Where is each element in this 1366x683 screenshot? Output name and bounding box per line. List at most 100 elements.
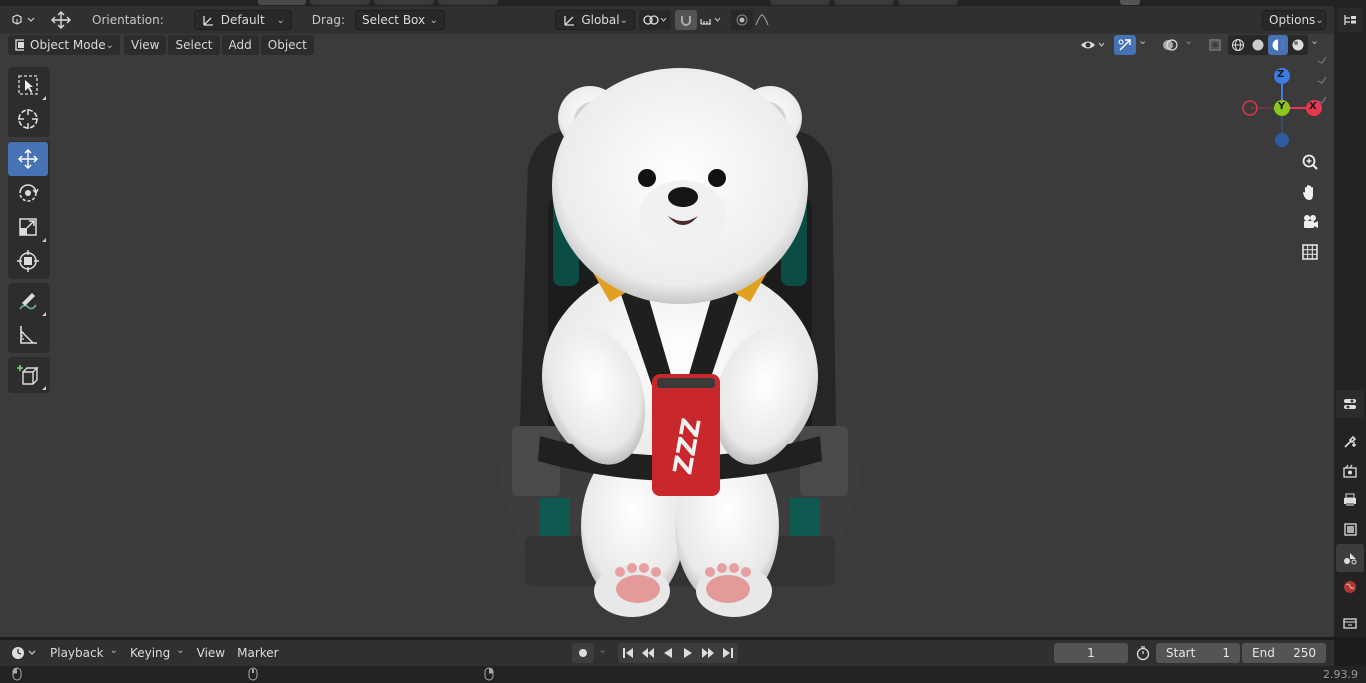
rotate-tool-icon[interactable]: [8, 176, 48, 210]
viewport-editor-icon[interactable]: [8, 10, 38, 30]
solid-shading-icon[interactable]: [1248, 35, 1268, 55]
drag-value: Select Box: [361, 13, 426, 27]
workspace-tab[interactable]: [374, 0, 434, 5]
gizmo-y-label: Y: [1278, 101, 1286, 112]
magnet-icon[interactable]: [674, 10, 697, 30]
output-properties-icon[interactable]: [1336, 486, 1364, 514]
chevron-down-icon: ⌄: [109, 644, 118, 656]
orientation-label: Orientation:: [92, 13, 164, 27]
jump-end-icon[interactable]: [718, 643, 738, 663]
current-frame-value: 1: [1087, 646, 1095, 660]
transform-move-icon[interactable]: [48, 10, 74, 30]
collection-properties-icon[interactable]: [1336, 609, 1364, 637]
chevron-down-icon: ⌄: [619, 14, 628, 26]
properties-tabs: [1336, 390, 1364, 638]
workspace-tab[interactable]: [310, 0, 370, 5]
mode-dropdown[interactable]: Object Mode ⌄: [8, 35, 120, 55]
options-label: Options: [1269, 13, 1316, 27]
snap-increment-icon[interactable]: [697, 10, 725, 30]
chevron-down-icon[interactable]: ⌄: [1138, 34, 1147, 47]
workspace-tab[interactable]: [834, 0, 894, 5]
grid-ortho-icon[interactable]: [1297, 239, 1323, 265]
chevron-down-icon[interactable]: ⌄: [598, 643, 607, 656]
wireframe-shading-icon[interactable]: [1228, 35, 1248, 55]
move-tool-icon[interactable]: [8, 142, 48, 176]
playback-label: Playback: [50, 646, 104, 660]
left-toolbar: [8, 67, 50, 397]
start-frame-field[interactable]: Start 1: [1156, 643, 1240, 663]
menu-select[interactable]: Select: [168, 35, 220, 55]
transform-orientation-dropdown[interactable]: Global ⌄: [554, 10, 635, 30]
xray-icon[interactable]: [1204, 35, 1226, 55]
mode-value: Object Mode: [30, 38, 106, 52]
zoom-icon[interactable]: [1297, 149, 1323, 175]
sidebar-toggle-icon[interactable]: [1312, 53, 1332, 113]
keying-menu[interactable]: Keying ⌄: [124, 643, 191, 663]
playback-menu[interactable]: Playback ⌄: [44, 643, 124, 663]
gizmo-toggle-icon[interactable]: [1114, 35, 1136, 55]
chevron-down-icon: ⌄: [429, 14, 438, 26]
annotate-tool-icon[interactable]: [8, 284, 48, 318]
select-box-tool-icon[interactable]: [8, 68, 48, 102]
pan-hand-icon[interactable]: [1297, 179, 1323, 205]
workspace-tab[interactable]: [1120, 0, 1140, 5]
editor-type-icon[interactable]: [1336, 390, 1364, 418]
camera-view-icon[interactable]: [1297, 209, 1323, 235]
scene-properties-icon[interactable]: [1336, 544, 1364, 572]
workspace-tab[interactable]: [258, 0, 306, 5]
mouse-right-icon: [484, 667, 494, 681]
chevron-down-icon[interactable]: ⌄: [1184, 34, 1193, 47]
play-icon[interactable]: [678, 643, 698, 663]
add-cube-tool-icon[interactable]: [8, 358, 48, 392]
outliner-editor-icon[interactable]: [1337, 8, 1363, 32]
options-dropdown[interactable]: Options ⌄: [1262, 10, 1326, 30]
timeline-header: Playback ⌄ Keying ⌄ View Marker ⌄ 1 Star…: [0, 640, 1334, 666]
pivot-icon[interactable]: [638, 10, 671, 30]
chevron-down-icon: ⌄: [176, 644, 185, 656]
proportional-edit-icon[interactable]: [730, 10, 753, 30]
scale-tool-icon[interactable]: [8, 210, 48, 244]
next-keyframe-icon[interactable]: [698, 643, 718, 663]
material-shading-icon[interactable]: [1268, 35, 1288, 55]
transform-tool-icon[interactable]: [8, 244, 48, 278]
3d-viewport[interactable]: ZZZ Z X Y: [0, 6, 1334, 637]
current-frame-field[interactable]: 1: [1054, 643, 1128, 663]
visibility-eye-icon[interactable]: [1078, 35, 1108, 55]
render-properties-icon[interactable]: [1336, 457, 1364, 485]
rendered-shading-icon[interactable]: [1288, 35, 1308, 55]
marker-menu[interactable]: Marker: [231, 643, 284, 663]
cursor-tool-icon[interactable]: [8, 102, 48, 136]
playback-controls: [618, 643, 738, 663]
tool-group: [8, 141, 50, 279]
workspace-tab[interactable]: [770, 0, 830, 5]
workspace-tab[interactable]: [438, 0, 498, 5]
orientation-dropdown[interactable]: Default ⌄: [193, 10, 292, 30]
workspace-tab[interactable]: [898, 0, 958, 5]
menu-view[interactable]: View: [124, 35, 167, 55]
stopwatch-icon[interactable]: [1132, 643, 1154, 663]
timeline-view-menu[interactable]: View: [191, 643, 231, 663]
chevron-down-icon[interactable]: ⌄: [1310, 34, 1319, 47]
orientation-axes-icon: [203, 16, 213, 26]
record-keyframe-icon[interactable]: [572, 643, 594, 663]
start-value: 1: [1222, 646, 1230, 660]
menu-object[interactable]: Object: [260, 35, 314, 55]
drag-dropdown[interactable]: Select Box ⌄: [354, 10, 445, 30]
tool-properties-icon[interactable]: [1336, 428, 1364, 456]
end-frame-field[interactable]: End 250: [1242, 643, 1326, 663]
falloff-curve-icon[interactable]: [753, 10, 779, 30]
overlays-icon[interactable]: [1158, 35, 1182, 55]
prev-keyframe-icon[interactable]: [638, 643, 658, 663]
start-label: Start: [1166, 646, 1196, 660]
menu-add[interactable]: Add: [221, 35, 259, 55]
chevron-down-icon: ⌄: [276, 14, 285, 26]
timeline-editor-icon[interactable]: [8, 643, 40, 663]
mouse-middle-icon: [248, 667, 258, 681]
measure-tool-icon[interactable]: [8, 318, 48, 352]
world-properties-icon[interactable]: [1336, 573, 1364, 601]
play-reverse-icon[interactable]: [658, 643, 678, 663]
jump-start-icon[interactable]: [618, 643, 638, 663]
header-menus: View Select Add Object: [124, 35, 316, 55]
view-layer-properties-icon[interactable]: [1336, 515, 1364, 543]
object-mode-icon: [15, 39, 25, 51]
